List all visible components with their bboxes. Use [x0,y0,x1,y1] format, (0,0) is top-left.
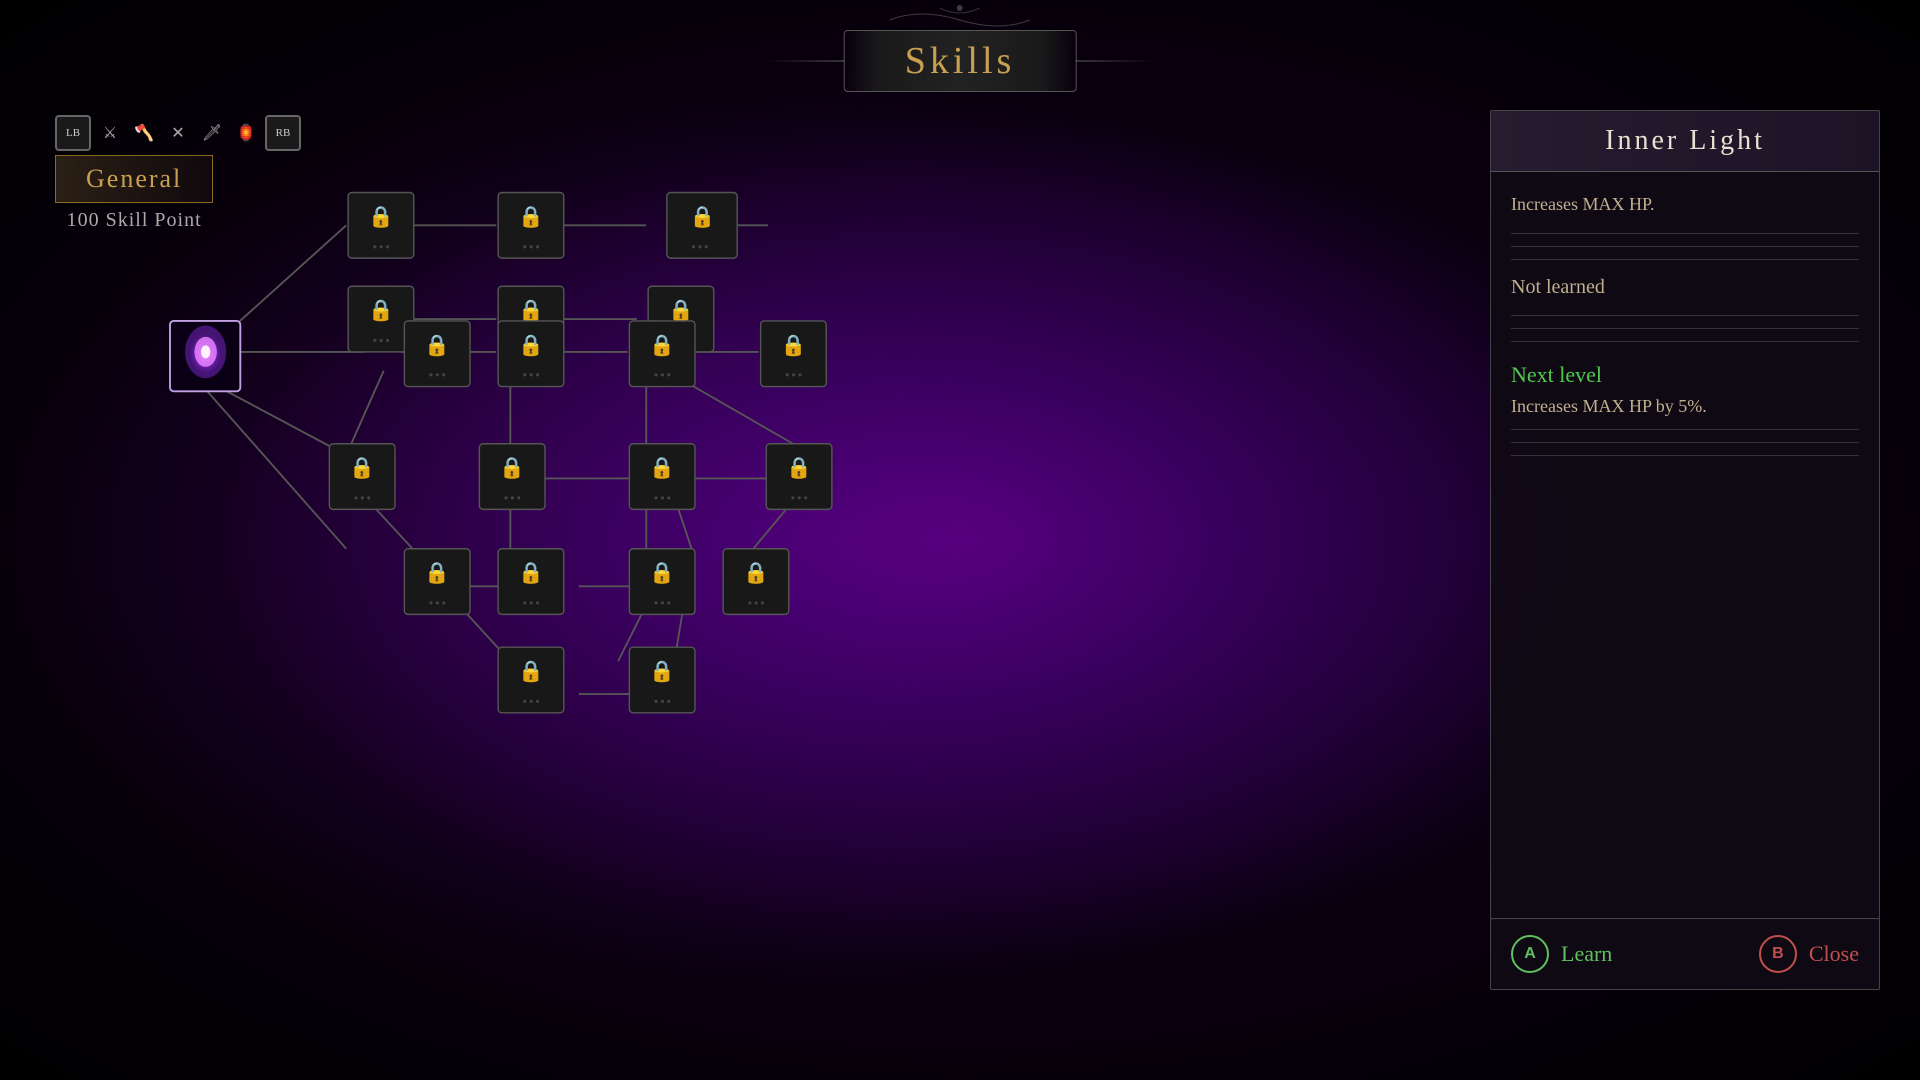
rb-button[interactable]: RB [265,115,301,151]
next-level-desc: Increases MAX HP by 5%. [1511,396,1859,417]
title-banner: Skills [844,30,1077,92]
divider-3 [1511,259,1859,260]
learn-button[interactable]: A Learn [1511,935,1612,973]
divider-7 [1511,429,1859,430]
close-button-icon: B [1759,935,1797,973]
next-level-label: Next level [1511,362,1859,388]
weapon-icon-1: ⚔ [95,118,125,148]
divider-6 [1511,341,1859,342]
lb-button[interactable]: LB [55,115,91,151]
divider-8 [1511,442,1859,443]
right-panel: Inner Light Increases MAX HP. Not learne… [1490,110,1880,1000]
skill-status: Not learned [1511,276,1859,299]
skill-name: Inner Light [1511,125,1859,157]
divider-9 [1511,455,1859,456]
divider-2 [1511,246,1859,247]
learn-button-label: Learn [1561,941,1612,967]
weapon-icon-4: 🗡 [197,118,227,148]
close-button[interactable]: B Close [1759,935,1859,973]
general-panel: General 100 Skill Point [55,155,213,232]
page-title: Skills [905,40,1016,82]
divider-1 [1511,233,1859,234]
learn-button-icon: A [1511,935,1549,973]
weapon-icon-2: 🪓 [129,118,159,148]
skill-points: 100 Skill Point [55,209,213,232]
skill-info-header: Inner Light [1491,111,1879,172]
close-button-label: Close [1809,941,1859,967]
skill-info-box: Inner Light Increases MAX HP. Not learne… [1490,110,1880,920]
title-area: Skills [844,0,1077,92]
lantern-icon: 🏮 [231,118,261,148]
category-label: General [55,155,213,203]
action-buttons: A Learn B Close [1490,918,1880,990]
divider-5 [1511,328,1859,329]
skill-description: Increases MAX HP. [1511,192,1859,217]
divider-4 [1511,315,1859,316]
skill-info-body: Increases MAX HP. Not learned Next level… [1491,172,1879,488]
weapon-icon-3: ✕ [163,118,193,148]
nav-bar: LB ⚔ 🪓 ✕ 🗡 🏮 RB [55,115,301,151]
